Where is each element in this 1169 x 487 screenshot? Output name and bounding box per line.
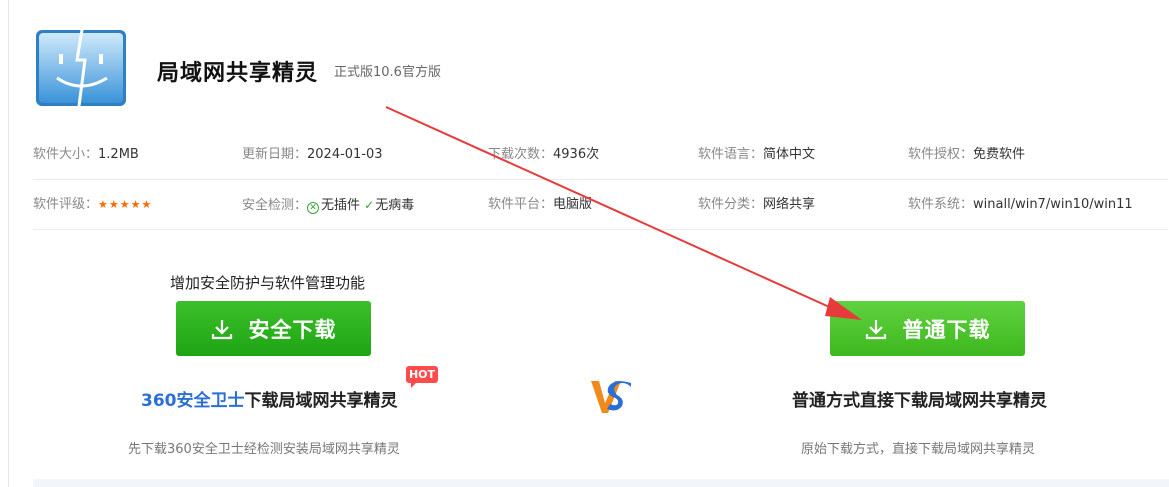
info-license-label: 软件授权： <box>908 147 974 162</box>
info-category-label: 软件分类： <box>698 197 764 212</box>
info-rating-label: 软件评级： <box>33 197 99 212</box>
info-date-label: 更新日期： <box>242 147 308 162</box>
info-downloads-label: 下载次数： <box>488 147 554 162</box>
info-size-label: 软件大小： <box>33 147 99 162</box>
normal-download-label: 普通下载 <box>902 317 991 342</box>
page-left-border <box>8 0 9 487</box>
info-category: 软件分类：网络共享 <box>698 197 815 213</box>
safe-download-desc: 先下载360安全卫士经检测安装局域网共享精灵 <box>128 442 400 457</box>
info-size-value: 1.2MB <box>98 147 139 162</box>
info-security-label: 安全检测： <box>242 198 308 213</box>
normal-download-desc: 原始下载方式，直接下载局域网共享精灵 <box>801 442 1036 457</box>
download-icon <box>865 319 886 339</box>
safe-download-label: 安全下载 <box>248 317 337 342</box>
info-date: 更新日期：2024-01-03 <box>242 147 383 163</box>
info-size: 软件大小：1.2MB <box>33 147 139 163</box>
no-plugin-check-icon: ✕ <box>307 202 320 214</box>
download-icon <box>211 319 232 339</box>
bottom-strip <box>33 479 1169 487</box>
vs-icon <box>591 381 631 413</box>
app-icon <box>36 23 126 107</box>
shield-check-icon: ✓ <box>364 198 375 212</box>
info-downloads-value: 4936次 <box>553 147 600 162</box>
info-platform: 软件平台：电脑版 <box>488 197 592 213</box>
info-security: 安全检测： ✕ 无插件 ✓无病毒 <box>242 197 414 214</box>
info-language-label: 软件语言： <box>698 147 764 162</box>
info-language: 软件语言：简体中文 <box>698 147 815 163</box>
no-virus-text: 无病毒 <box>375 198 415 213</box>
info-platform-value: 电脑版 <box>553 197 593 212</box>
info-platform-label: 软件平台： <box>488 197 554 212</box>
info-date-value: 2024-01-03 <box>307 147 383 162</box>
brand-360-link[interactable]: 360安全卫士 <box>141 391 245 411</box>
info-rating: 软件评级：★★★★★ <box>33 197 152 213</box>
info-license-value: 免费软件 <box>973 147 1026 162</box>
info-row-1: 软件大小：1.2MB 更新日期：2024-01-03 下载次数：4936次 软件… <box>33 130 1168 180</box>
info-language-value: 简体中文 <box>763 147 816 162</box>
app-title: 局域网共享精灵 <box>157 61 319 86</box>
info-downloads: 下载次数：4936次 <box>488 147 599 163</box>
info-license: 软件授权：免费软件 <box>908 147 1025 163</box>
info-row-2: 软件评级：★★★★★ 安全检测： ✕ 无插件 ✓无病毒 软件平台：电脑版 软件分类：… <box>33 180 1168 230</box>
no-plugin-text: 无插件 <box>321 198 361 213</box>
info-category-value: 网络共享 <box>763 197 816 212</box>
info-system-label: 软件系统： <box>908 197 974 212</box>
normal-download-button[interactable]: 普通下载 <box>830 301 1025 356</box>
safe-download-button[interactable]: 安全下载 <box>176 301 371 356</box>
normal-download-title: 普通方式直接下载局域网共享精灵 <box>792 391 1047 411</box>
safe-download-title[interactable]: 360安全卫士下载局域网共享精灵 <box>141 386 398 411</box>
promo-tip: 增加安全防护与软件管理功能 <box>170 274 366 292</box>
info-system-value: winall/win7/win10/win11 <box>973 197 1133 212</box>
hot-badge: HOT <box>406 366 438 388</box>
app-version: 正式版10.6官方版 <box>334 65 441 80</box>
info-system: 软件系统：winall/win7/win10/win11 <box>908 197 1133 213</box>
safe-download-title-text: 下载局域网共享精灵 <box>244 391 398 411</box>
rating-stars-icon: ★★★★★ <box>98 198 153 211</box>
